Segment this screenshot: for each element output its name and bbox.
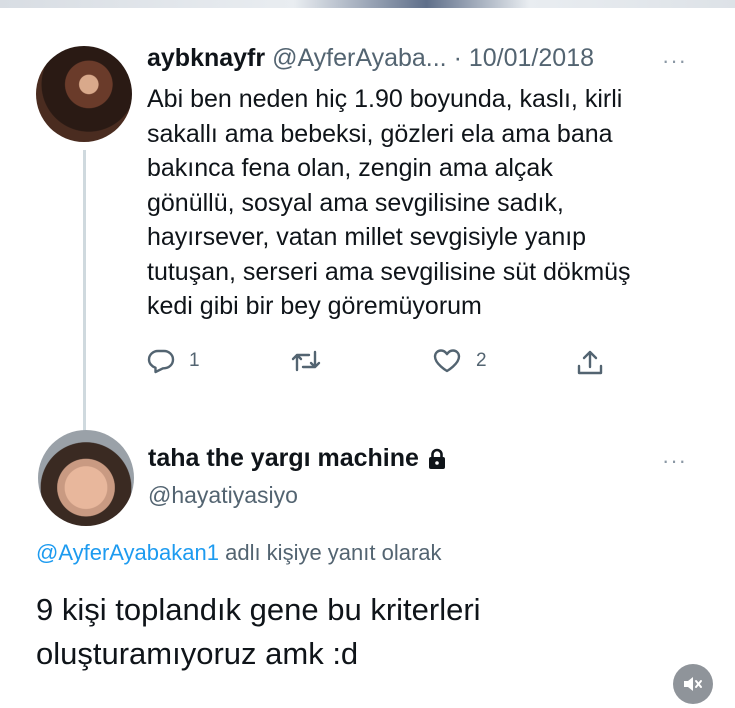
thread-connector-line <box>83 150 86 450</box>
display-name-row: taha the yargı machine <box>148 444 447 473</box>
avatar[interactable] <box>36 46 132 142</box>
tweet-actions: 1 2 <box>147 348 617 388</box>
like-button[interactable]: 2 <box>432 348 487 374</box>
heart-icon <box>433 349 461 373</box>
tweet-text: Abi ben neden hiç 1.90 boyunda, kaslı, k… <box>147 85 631 320</box>
reply-button[interactable]: 1 <box>147 348 200 374</box>
tweet-reply[interactable]: taha the yargı machine @hayatiyasiyo ···… <box>0 420 735 708</box>
tweet-original[interactable]: aybknayfr @AyferAyaba... · 10/01/2018 ··… <box>0 38 735 450</box>
like-count: 2 <box>476 350 487 371</box>
retweet-icon <box>291 350 321 372</box>
more-options-icon[interactable]: ··· <box>662 48 687 74</box>
reply-context-text: adlı kişiye yanıt olarak <box>218 540 442 565</box>
replying-to: @AyferAyabakan1 adlı kişiye yanıt olarak <box>36 540 442 566</box>
display-name[interactable]: taha the yargı machine <box>148 444 419 473</box>
retweet-button[interactable] <box>290 348 336 374</box>
tweet-date[interactable]: 10/01/2018 <box>469 44 594 72</box>
share-icon <box>577 350 603 375</box>
speaker-muted-icon <box>684 677 702 691</box>
lock-icon <box>428 448 445 469</box>
display-name[interactable]: aybknayfr <box>147 44 265 72</box>
share-button[interactable] <box>575 348 605 378</box>
user-handle[interactable]: @hayatiyasiyo <box>148 482 298 509</box>
avatar[interactable] <box>38 430 134 526</box>
reply-mention-link[interactable]: @AyferAyabakan1 <box>36 540 219 565</box>
tweet-header: aybknayfr @AyferAyaba... · 10/01/2018 <box>147 44 594 73</box>
top-edge-bar <box>0 0 735 8</box>
reply-count: 1 <box>189 350 200 371</box>
more-options-icon[interactable]: ··· <box>662 448 687 474</box>
mute-button[interactable] <box>673 664 713 704</box>
separator-dot: · <box>453 44 462 72</box>
user-handle[interactable]: @AyferAyaba... <box>272 44 447 72</box>
tweet-text: 9 kişi toplandık gene bu kriterleri oluş… <box>36 592 481 671</box>
comment-icon <box>147 349 175 374</box>
